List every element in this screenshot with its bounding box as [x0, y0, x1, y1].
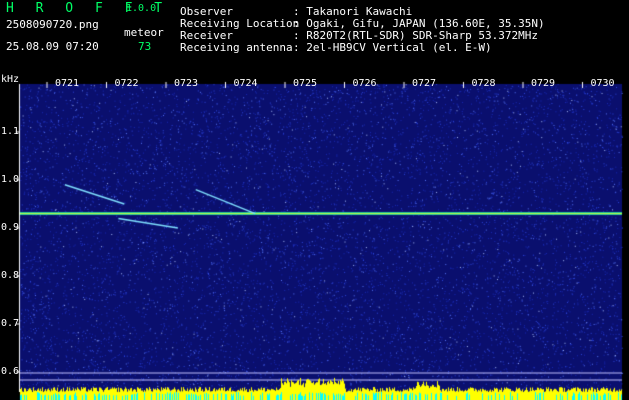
meteor-label: meteor [124, 26, 164, 39]
x-tick-label: 0726 [352, 78, 377, 89]
x-tick-label: 0721 [55, 78, 80, 89]
x-tick-label: 0730 [590, 78, 615, 89]
x-tick-label: 0727 [412, 78, 437, 89]
y-tick-label: 0.8 [1, 270, 20, 281]
y-tick-label: 1.1 [1, 126, 20, 137]
antenna-value: : 2el-HB9CV Vertical (el. E-W) [293, 41, 492, 54]
header-panel: H R O F F T 1.0.0 2508090720.png 25.08.0… [0, 0, 629, 72]
y-tick-label: 0.7 [1, 318, 20, 329]
y-axis-unit: kHz [1, 74, 20, 85]
x-tick-label: 0729 [531, 78, 556, 89]
x-tick-label: 0728 [471, 78, 496, 89]
y-tick-label: 1.0 [1, 174, 20, 185]
y-tick-label: 0.9 [1, 222, 20, 233]
app-version: 1.0.0 [126, 3, 157, 14]
x-tick-label: 0725 [293, 78, 318, 89]
image-filename: 2508090720.png [6, 18, 99, 31]
image-datetime: 25.08.09 07:20 [6, 40, 99, 53]
antenna-label: Receiving antenna [180, 41, 293, 54]
x-tick-label: 0723 [174, 78, 199, 89]
x-tick-label: 0722 [114, 78, 139, 89]
y-tick-label: 0.6 [1, 366, 20, 377]
spectrogram-panel: kHz 1.1 1.0 0.9 0.8 0.7 0.6 0721 0722 0723 0724 072… [0, 72, 629, 400]
meteor-count: 73 [138, 40, 152, 53]
x-tick-label: 0724 [233, 78, 258, 89]
